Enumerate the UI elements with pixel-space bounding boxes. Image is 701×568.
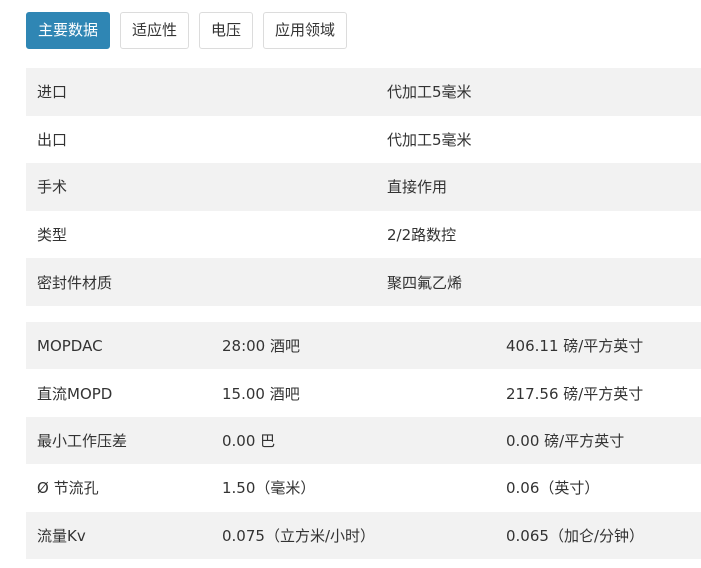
tab-voltage[interactable]: 电压 [199,12,254,49]
metric-value: 28:00 酒吧 [222,337,300,356]
tab-adaptability[interactable]: 适应性 [120,12,190,49]
table-row: 出口 代加工5毫米 [26,116,701,164]
tab-bar: 主要数据 适应性 电压 应用领域 [26,12,348,49]
row-label: 手术 [37,178,68,197]
imperial-value: 406.11 磅/平方英寸 [506,337,644,356]
tab-main-data[interactable]: 主要数据 [26,12,111,49]
row-label: 流量Kv [37,526,86,545]
metric-value: 0.075（立方米/小时） [222,526,375,545]
row-label: Ø 节流孔 [37,479,99,498]
row-value: 代加工5毫米 [387,130,472,149]
table-row: Ø 节流孔 1.50（毫米） 0.06（英寸） [26,464,701,511]
main-data-table: 进口 代加工5毫米 出口 代加工5毫米 手术 直接作用 类型 2/2路数控 密封… [26,68,701,306]
row-label: 直流MOPD [37,384,113,403]
table-row: 密封件材质 聚四氟乙烯 [26,258,701,306]
row-value: 代加工5毫米 [387,83,472,102]
imperial-value: 217.56 磅/平方英寸 [506,384,644,403]
metric-value: 1.50（毫米） [222,479,316,498]
table-row: 流量Kv 0.075（立方米/小时） 0.065（加仑/分钟） [26,511,701,559]
row-label: 进口 [37,83,68,102]
table-row: 直流MOPD 15.00 酒吧 217.56 磅/平方英寸 [26,369,701,416]
row-label: 类型 [37,226,68,245]
table-row: MOPDAC 28:00 酒吧 406.11 磅/平方英寸 [26,322,701,370]
row-value: 直接作用 [387,178,448,197]
table-row: 类型 2/2路数控 [26,211,701,259]
table-row: 手术 直接作用 [26,163,701,211]
table-row: 最小工作压差 0.00 巴 0.00 磅/平方英寸 [26,416,701,465]
row-label: 密封件材质 [37,273,113,292]
pressure-data-table: MOPDAC 28:00 酒吧 406.11 磅/平方英寸 直流MOPD 15.… [26,322,701,559]
row-label: MOPDAC [37,336,103,355]
row-value: 聚四氟乙烯 [387,273,463,292]
table-row: 进口 代加工5毫米 [26,68,701,116]
tab-applications[interactable]: 应用领域 [263,12,348,49]
metric-value: 0.00 巴 [222,431,276,450]
imperial-value: 0.06（英寸） [506,479,600,498]
row-label: 最小工作压差 [37,431,128,450]
row-value: 2/2路数控 [387,226,457,245]
row-label: 出口 [37,130,68,149]
metric-value: 15.00 酒吧 [222,384,300,403]
imperial-value: 0.00 磅/平方英寸 [506,431,625,450]
imperial-value: 0.065（加仑/分钟） [506,526,644,545]
